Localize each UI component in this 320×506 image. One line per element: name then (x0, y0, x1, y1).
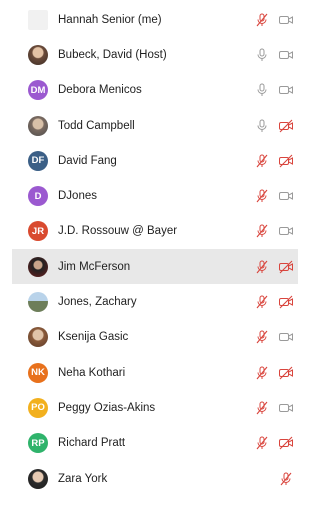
participant-status-icons (254, 435, 294, 451)
participant-row[interactable]: DF David Fang (0, 143, 310, 178)
video-camera-icon[interactable] (278, 400, 294, 416)
microphone-muted-icon[interactable] (254, 435, 270, 451)
participant-status-icons (254, 12, 294, 28)
participant-row[interactable]: Bubeck, David (Host) (0, 37, 310, 72)
participants-list: Hannah Senior (me) Bubeck, David (Host) … (0, 0, 310, 496)
microphone-muted-icon[interactable] (278, 471, 294, 487)
avatar: D (28, 186, 48, 207)
video-camera-off-icon[interactable] (278, 294, 294, 310)
participant-name: Peggy Ozias-Akins (58, 401, 156, 414)
avatar-photo (28, 327, 48, 348)
avatar: DM (28, 80, 48, 101)
participant-status-icons (278, 471, 294, 487)
participant-row[interactable]: NK Neha Kothari (0, 355, 310, 390)
video-camera-off-icon[interactable] (278, 153, 294, 169)
avatar: RP (28, 433, 48, 454)
video-camera-off-icon[interactable] (278, 259, 294, 275)
participant-row[interactable]: Hannah Senior (me) (0, 2, 310, 37)
participant-row[interactable]: Jim McFerson (12, 249, 298, 285)
video-camera-off-icon[interactable] (278, 118, 294, 134)
participant-row[interactable]: Ksenija Gasic (0, 320, 310, 355)
participant-status-icons (254, 118, 294, 134)
participant-row[interactable]: PO Peggy Ozias-Akins (0, 390, 310, 425)
microphone-icon[interactable] (254, 118, 270, 134)
video-camera-off-icon[interactable] (278, 365, 294, 381)
microphone-muted-icon[interactable] (254, 365, 270, 381)
participant-row[interactable]: DM Debora Menicos (0, 73, 310, 108)
microphone-muted-icon[interactable] (254, 259, 270, 275)
participant-status-icons (254, 365, 294, 381)
participant-status-icons (254, 82, 294, 98)
participant-row[interactable]: Zara York (0, 461, 310, 496)
avatar: NK (28, 362, 48, 383)
microphone-icon[interactable] (254, 82, 270, 98)
avatar-initials: JR (31, 225, 45, 237)
participant-row[interactable]: Jones, Zachary (0, 284, 310, 319)
microphone-muted-icon[interactable] (254, 294, 270, 310)
avatar-initials: DF (31, 155, 45, 167)
avatar-photo (28, 256, 48, 277)
participant-status-icons (254, 223, 294, 239)
microphone-icon[interactable] (254, 47, 270, 63)
video-camera-icon[interactable] (278, 223, 294, 239)
microphone-muted-icon[interactable] (254, 188, 270, 204)
video-camera-icon[interactable] (278, 47, 294, 63)
participant-name: Debora Menicos (58, 84, 142, 97)
avatar-photo (28, 468, 48, 489)
participant-name: Hannah Senior (me) (58, 13, 162, 26)
microphone-muted-icon[interactable] (254, 153, 270, 169)
participant-row[interactable]: JR J.D. Rossouw @ Bayer (0, 214, 310, 249)
participant-status-icons (254, 294, 294, 310)
video-camera-icon[interactable] (278, 329, 294, 345)
participant-status-icons (254, 329, 294, 345)
participant-name: David Fang (58, 154, 117, 167)
avatar-initials: DM (30, 84, 46, 96)
avatar-initials: D (34, 190, 42, 202)
participant-status-icons (254, 259, 294, 275)
microphone-muted-icon[interactable] (254, 12, 270, 28)
participant-name: Todd Campbell (58, 119, 135, 132)
microphone-muted-icon[interactable] (254, 329, 270, 345)
avatar: PO (28, 397, 48, 418)
avatar: JR (28, 221, 48, 242)
avatar-initials: NK (31, 367, 45, 379)
participant-row[interactable]: D DJones (0, 178, 310, 213)
avatar-photo (28, 44, 48, 65)
participant-name: Neha Kothari (58, 366, 126, 379)
video-camera-icon[interactable] (278, 12, 294, 28)
participant-status-icons (254, 47, 294, 63)
participant-status-icons (254, 153, 294, 169)
avatar-photo (28, 292, 48, 313)
participant-name: Jones, Zachary (58, 296, 137, 309)
microphone-muted-icon[interactable] (254, 400, 270, 416)
participant-status-icons (254, 188, 294, 204)
video-camera-icon[interactable] (278, 82, 294, 98)
avatar-placeholder (28, 9, 48, 30)
participant-name: Richard Pratt (58, 437, 126, 450)
participant-name: Zara York (58, 472, 108, 485)
participant-row[interactable]: RP Richard Pratt (0, 426, 310, 461)
participant-name: Ksenija Gasic (58, 331, 129, 344)
participant-name: DJones (58, 190, 97, 203)
avatar-photo (28, 115, 48, 136)
video-camera-icon[interactable] (278, 188, 294, 204)
participant-name: Jim McFerson (58, 260, 131, 273)
microphone-muted-icon[interactable] (254, 223, 270, 239)
video-camera-off-icon[interactable] (278, 435, 294, 451)
avatar-initials: RP (31, 437, 45, 449)
participant-name: J.D. Rossouw @ Bayer (58, 225, 178, 238)
participant-status-icons (254, 400, 294, 416)
avatar: DF (28, 150, 48, 171)
avatar-initials: PO (31, 402, 45, 414)
participant-row[interactable]: Todd Campbell (0, 108, 310, 143)
participant-name: Bubeck, David (Host) (58, 48, 167, 61)
